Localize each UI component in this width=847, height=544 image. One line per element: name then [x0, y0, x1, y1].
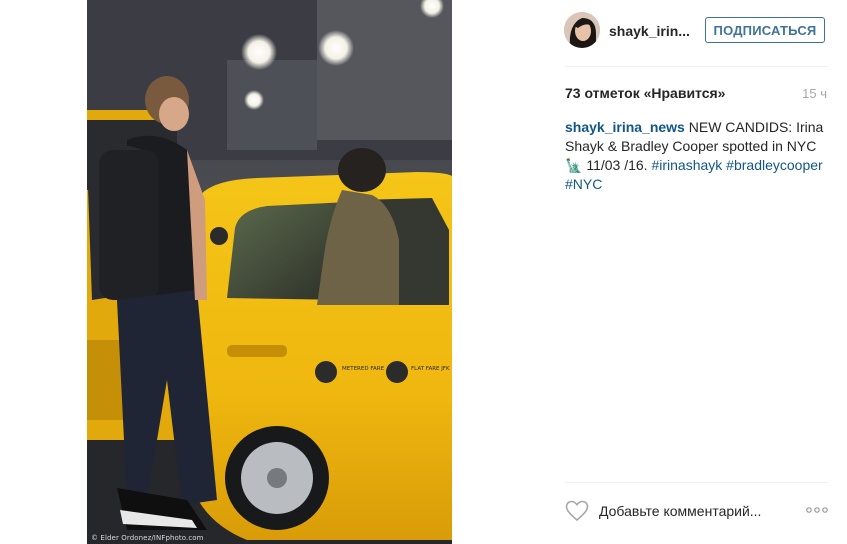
follow-button[interactable]: ПОДПИСАТЬСЯ — [705, 17, 825, 43]
post-caption: shayk_irina_news NEW CANDIDS: Irina Shay… — [565, 118, 827, 194]
taxi-decal-metered: METERED FARE — [342, 366, 385, 372]
post-photo[interactable]: METERED FARE FLAT FARE JFK © Elder Ordon… — [87, 0, 452, 544]
page-margin — [0, 0, 87, 544]
taxi-decal-jfk: FLAT FARE JFK — [411, 366, 450, 372]
photo-credit: © Elder Ordonez/INFphoto.com — [91, 534, 204, 542]
hashtag-link[interactable]: #bradleycooper — [726, 157, 823, 173]
divider — [565, 66, 828, 67]
post-side-panel: shayk_irin... ПОДПИСАТЬСЯ 73 отметок «Нр… — [452, 0, 847, 544]
avatar-image — [564, 12, 600, 48]
divider — [565, 482, 828, 483]
hashtag-link[interactable]: #irinashayk — [651, 157, 722, 173]
likes-count[interactable]: 73 отметок «Нравится» — [565, 85, 725, 101]
heart-outline-icon[interactable] — [565, 500, 589, 522]
taxi-photo-illustration: METERED FARE FLAT FARE JFK — [87, 0, 452, 544]
post-time[interactable]: 15 ч — [802, 86, 827, 101]
avatar[interactable] — [564, 12, 600, 48]
instagram-post-page: METERED FARE FLAT FARE JFK © Elder Ordon… — [0, 0, 847, 544]
post-username[interactable]: shayk_irin... — [609, 23, 690, 39]
more-options-icon[interactable] — [805, 503, 829, 517]
hashtag-link[interactable]: #NYC — [565, 176, 602, 192]
post-header: shayk_irin... ПОДПИСАТЬСЯ — [452, 0, 847, 66]
comment-input[interactable] — [599, 502, 799, 520]
caption-username[interactable]: shayk_irina_news — [565, 119, 685, 135]
